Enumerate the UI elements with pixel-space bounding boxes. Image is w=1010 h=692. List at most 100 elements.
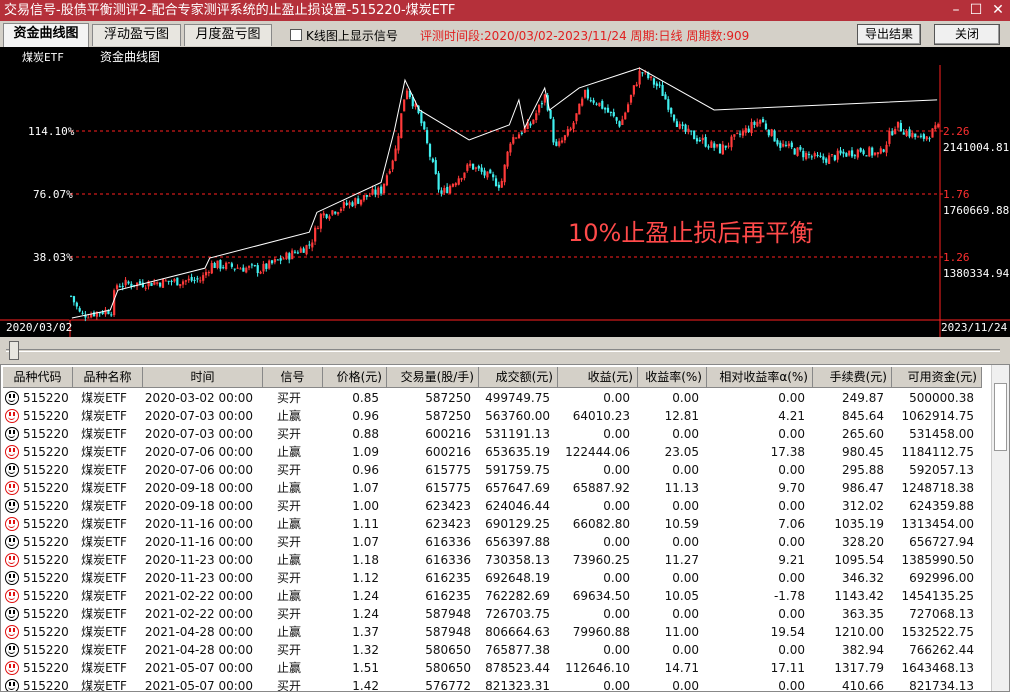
column-header[interactable]: 可用资金(元)	[892, 367, 982, 388]
table-row[interactable]: 515220 煤炭ETF 2020-07-06 00:00 止赢 1.09 600216 6…	[1, 443, 991, 461]
candle	[176, 277, 179, 286]
minimize-button[interactable]: –	[946, 0, 966, 21]
table-row[interactable]: 515220 煤炭ETF 2021-02-22 00:00 买开 1.24 587948 7…	[1, 605, 991, 623]
candle	[420, 112, 423, 124]
table-row[interactable]: 515220 煤炭ETF 2021-05-07 00:00 止赢 1.51 580650 8…	[1, 659, 991, 677]
table-row[interactable]: 515220 煤炭ETF 2020-11-16 00:00 买开 1.07 616336 6…	[1, 533, 991, 551]
table-row[interactable]: 515220 煤炭ETF 2020-09-18 00:00 买开 1.00 623423 6…	[1, 497, 991, 515]
table-cell: 587250	[425, 409, 471, 423]
candle	[830, 154, 834, 156]
column-header[interactable]: 品种代码	[3, 367, 73, 388]
table-cell: -1.78	[773, 589, 805, 603]
candle	[503, 164, 506, 183]
vertical-scrollbar[interactable]	[991, 365, 1009, 691]
table-cell: 2020-09-18 00:00	[144, 499, 254, 513]
column-header[interactable]: 手续费(元)	[813, 367, 892, 388]
candle	[583, 89, 587, 98]
smiley-icon	[5, 481, 19, 495]
column-header[interactable]: 信号	[263, 367, 323, 388]
show-signals-checkbox[interactable]	[290, 29, 302, 41]
equity-tick: 2141004.81	[943, 141, 1010, 154]
table-cell: 10.05	[664, 589, 699, 603]
smiley-icon	[5, 661, 19, 675]
tab-equity-curve[interactable]: 资金曲线图	[3, 23, 89, 47]
column-header[interactable]: 成交额(元)	[479, 367, 558, 388]
table-row[interactable]: 515220 煤炭ETF 2020-11-23 00:00 止赢 1.18 616336 7…	[1, 551, 991, 569]
table-cell: 买开	[276, 535, 301, 549]
table-row[interactable]: 515220 煤炭ETF 2021-04-28 00:00 买开 1.32 580650 7…	[1, 641, 991, 659]
candle	[316, 228, 320, 230]
smiley-icon	[5, 679, 19, 691]
table-cell: 515220	[23, 481, 69, 495]
table-row[interactable]: 515220 煤炭ETF 2020-11-23 00:00 买开 1.12 616235 6…	[1, 569, 991, 587]
table-row[interactable]: 515220 煤炭ETF 2020-11-16 00:00 止赢 1.11 623423 6…	[1, 515, 991, 533]
candle	[322, 213, 325, 216]
column-header[interactable]: 相对收益率α(%)	[707, 367, 813, 388]
column-header[interactable]: 交易量(股/手)	[387, 367, 479, 388]
table-row[interactable]: 515220 煤炭ETF 2021-05-07 00:00 买开 1.42 576772 8…	[1, 677, 991, 692]
table-cell: 616235	[425, 571, 471, 585]
candle	[615, 117, 618, 121]
candle	[670, 108, 673, 114]
candle	[917, 136, 920, 138]
candle	[873, 152, 877, 155]
candle	[167, 280, 170, 282]
table-cell: 265.60	[842, 427, 884, 441]
table-cell: 2020-07-06 00:00	[144, 445, 254, 459]
candle	[552, 119, 555, 143]
table-cell: 69634.50	[572, 589, 630, 603]
candle	[589, 100, 592, 102]
candle	[721, 144, 724, 155]
candle	[836, 150, 839, 160]
candle	[325, 214, 328, 218]
time-slider[interactable]	[0, 337, 1010, 363]
column-header[interactable]: 收益(元)	[558, 367, 638, 388]
candle	[331, 210, 334, 215]
table-cell: 346.32	[842, 571, 884, 585]
close-button[interactable]: 关闭	[934, 24, 1000, 45]
table-row[interactable]: 515220 煤炭ETF 2020-03-02 00:00 买开 0.85 587250 4…	[1, 389, 991, 407]
candle	[908, 129, 911, 137]
scrollbar-thumb[interactable]	[994, 383, 1007, 451]
candle	[311, 242, 314, 248]
table-row[interactable]: 515220 煤炭ETF 2020-07-03 00:00 买开 0.88 600216 5…	[1, 425, 991, 443]
export-button[interactable]: 导出结果	[857, 24, 921, 45]
table-cell: 0.00	[778, 643, 805, 657]
candle	[400, 113, 403, 138]
candle	[739, 133, 742, 135]
tab-floating-pnl[interactable]: 浮动盈亏图	[92, 24, 181, 46]
slider-thumb[interactable]	[9, 341, 19, 360]
candle	[443, 187, 446, 193]
table-cell: 2020-11-16 00:00	[144, 535, 254, 549]
slider-track[interactable]	[6, 349, 1000, 352]
table-cell: 515220	[23, 499, 69, 513]
table-cell: 煤炭ETF	[81, 679, 127, 692]
table-cell: 0.88	[352, 427, 379, 441]
maximize-button[interactable]: ☐	[966, 0, 986, 21]
table-row[interactable]: 515220 煤炭ETF 2021-02-22 00:00 止赢 1.24 616235 7…	[1, 587, 991, 605]
close-window-button[interactable]: ✕	[988, 0, 1008, 21]
table-cell: 515220	[23, 463, 69, 477]
table-cell: 23.05	[664, 445, 699, 459]
candle	[500, 180, 503, 188]
table-row[interactable]: 515220 煤炭ETF 2021-04-28 00:00 止赢 1.37 587948 8…	[1, 623, 991, 641]
table-row[interactable]: 515220 煤炭ETF 2020-07-03 00:00 止赢 0.96 587250 5…	[1, 407, 991, 425]
tab-monthly-pnl[interactable]: 月度盈亏图	[184, 24, 272, 46]
column-header[interactable]: 时间	[143, 367, 263, 388]
candle	[70, 295, 73, 297]
chart-canvas	[0, 65, 1010, 337]
candle	[549, 110, 552, 119]
table-cell: 2021-02-22 00:00	[144, 589, 254, 603]
show-signals-label: K线图上显示信号	[306, 29, 398, 43]
column-header[interactable]: 价格(元)	[323, 367, 387, 388]
column-header[interactable]: 收益率(%)	[638, 367, 707, 388]
table-cell: 845.64	[842, 409, 884, 423]
table-cell: 1.51	[352, 661, 379, 675]
candle	[299, 248, 302, 253]
table-row[interactable]: 515220 煤炭ETF 2020-07-06 00:00 买开 0.96 615775 5…	[1, 461, 991, 479]
table-cell: 11.27	[664, 553, 699, 567]
table-row[interactable]: 515220 煤炭ETF 2020-09-18 00:00 止赢 1.07 615775 6…	[1, 479, 991, 497]
column-header[interactable]: 品种名称	[73, 367, 143, 388]
candle	[586, 89, 590, 99]
table-cell: 515220	[23, 661, 69, 675]
